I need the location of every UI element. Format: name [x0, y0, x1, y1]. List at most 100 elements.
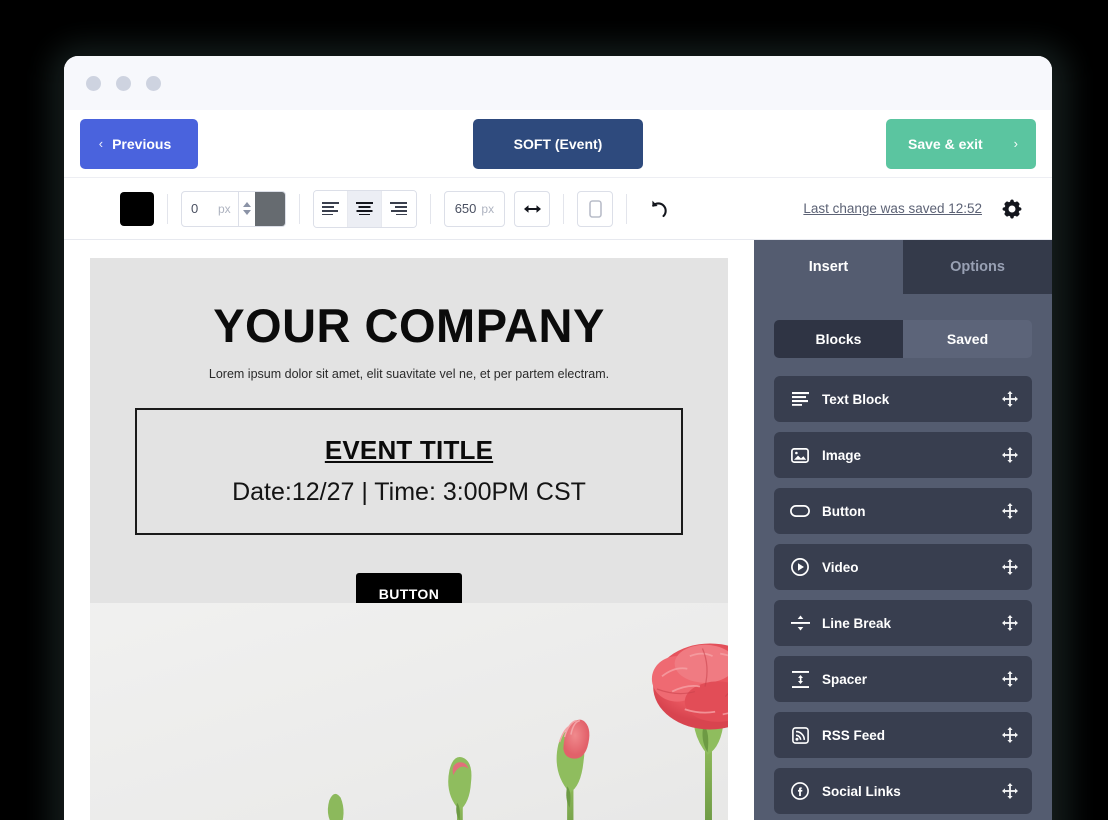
email-canvas[interactable]: YOUR COMPANY Lorem ipsum dolor sit amet,…: [64, 240, 754, 820]
gear-icon: [1002, 198, 1022, 219]
block-label: Spacer: [822, 671, 868, 687]
drag-move-icon[interactable]: [1002, 615, 1018, 631]
align-center-icon: [355, 202, 373, 215]
tab-insert[interactable]: Insert: [754, 240, 903, 294]
window-close-dot[interactable]: [86, 75, 101, 91]
arrows-horizontal-icon: [523, 204, 541, 213]
text-color-swatch[interactable]: [120, 191, 154, 226]
toggle-saved[interactable]: Saved: [903, 320, 1032, 358]
template-name-button[interactable]: SOFT (Event): [473, 118, 643, 169]
drag-move-icon[interactable]: [1002, 447, 1018, 463]
play-circle-icon: [788, 558, 812, 576]
screenshot-root: ‹ Previous SOFT (Event) Save & exit › 0 …: [0, 0, 1108, 820]
email-subtitle[interactable]: Lorem ipsum dolor sit amet, elit suavita…: [90, 367, 728, 381]
mobile-preview-button[interactable]: [577, 190, 614, 227]
previous-button-label: Previous: [112, 135, 172, 152]
app-window: ‹ Previous SOFT (Event) Save & exit › 0 …: [64, 56, 1052, 820]
chevron-left-icon: ‹: [98, 136, 104, 151]
toolbar-divider: [298, 193, 300, 224]
drag-move-icon[interactable]: [1002, 559, 1018, 575]
settings-button[interactable]: [994, 191, 1030, 227]
image-icon: [788, 447, 812, 463]
email-event-box[interactable]: EVENT TITLE Date:12/27 | Time: 3:00PM CS…: [135, 408, 683, 535]
right-sidebar: Insert Options Blocks Saved Text Block I…: [754, 240, 1052, 820]
block-item-image[interactable]: Image: [774, 432, 1032, 478]
save-and-exit-button[interactable]: Save & exit ›: [886, 118, 1036, 169]
carnation-growth-photo: [90, 603, 728, 820]
width-unit: px: [481, 201, 495, 216]
block-label: Line Break: [822, 615, 892, 631]
email-template[interactable]: YOUR COMPANY Lorem ipsum dolor sit amet,…: [90, 258, 728, 820]
block-item-rss-feed[interactable]: RSS Feed: [774, 712, 1032, 758]
drag-move-icon[interactable]: [1002, 503, 1018, 519]
block-item-line-break[interactable]: Line Break: [774, 600, 1032, 646]
toolbar-divider: [429, 193, 431, 224]
toolbar-divider: [167, 193, 168, 224]
drag-move-icon[interactable]: [1002, 783, 1018, 799]
padding-value: 0: [191, 201, 199, 216]
align-center-button[interactable]: [347, 190, 382, 227]
blocks-saved-toggle: Blocks Saved: [774, 320, 1032, 358]
block-label: Image: [822, 447, 862, 463]
pill-button-icon: [788, 505, 812, 517]
drag-move-icon[interactable]: [1002, 727, 1018, 743]
chevron-right-icon: ›: [1013, 136, 1018, 151]
padding-spinner[interactable]: [237, 191, 255, 226]
block-item-text-block[interactable]: Text Block: [774, 376, 1032, 422]
tab-options[interactable]: Options: [903, 240, 1052, 294]
spinner-down-icon[interactable]: [242, 210, 251, 215]
undo-button[interactable]: [640, 191, 676, 227]
width-input[interactable]: 650 px: [443, 190, 506, 227]
window-minimize-dot[interactable]: [116, 75, 131, 91]
window-maximize-dot[interactable]: [146, 75, 161, 91]
undo-icon: [652, 200, 667, 217]
editor-action-bar: ‹ Previous SOFT (Event) Save & exit ›: [64, 110, 1052, 178]
email-photo-block[interactable]: [90, 603, 728, 820]
line-break-icon: [788, 615, 812, 631]
toolbar-divider: [563, 193, 565, 224]
facebook-circle-icon: [788, 782, 812, 800]
align-left-icon: [321, 202, 339, 215]
block-label: RSS Feed: [822, 727, 886, 743]
align-right-icon: [390, 202, 408, 215]
block-label: Button: [822, 503, 866, 519]
block-item-button[interactable]: Button: [774, 488, 1032, 534]
spacer-icon: [788, 670, 812, 688]
text-lines-icon: [788, 392, 812, 406]
sidebar-tabs: Insert Options: [754, 240, 1052, 294]
window-titlebar: [64, 56, 1052, 110]
mobile-preview-icon: [588, 199, 602, 218]
spinner-up-icon[interactable]: [242, 202, 251, 207]
drag-move-icon[interactable]: [1002, 391, 1018, 407]
toggle-blocks[interactable]: Blocks: [774, 320, 903, 358]
block-item-spacer[interactable]: Spacer: [774, 656, 1032, 702]
block-item-video[interactable]: Video: [774, 544, 1032, 590]
toolbar-divider: [626, 193, 628, 224]
previous-button[interactable]: ‹ Previous: [80, 118, 198, 169]
align-right-button[interactable]: [381, 190, 416, 227]
email-event-details[interactable]: Date:12/27 | Time: 3:00PM CST: [147, 478, 671, 507]
last-saved-status[interactable]: Last change was saved 12:52: [803, 201, 982, 216]
email-company-title[interactable]: YOUR COMPANY: [90, 298, 728, 353]
padding-unit: px: [218, 201, 231, 216]
email-event-title[interactable]: EVENT TITLE: [147, 435, 671, 466]
background-color-swatch[interactable]: [254, 191, 285, 226]
block-label: Video: [822, 559, 859, 575]
email-header: YOUR COMPANY Lorem ipsum dolor sit amet,…: [90, 258, 728, 381]
tab-insert-label: Insert: [808, 259, 849, 275]
block-label: Social Links: [822, 783, 901, 799]
block-item-social-links[interactable]: Social Links: [774, 768, 1032, 814]
template-name-label: SOFT (Event): [513, 135, 603, 152]
stretch-width-button[interactable]: [514, 190, 551, 227]
align-left-button[interactable]: [313, 190, 348, 227]
format-toolbar: 0 px 650 px Last change was saved 12:52: [64, 178, 1052, 240]
save-button-label: Save & exit: [908, 135, 983, 152]
toggle-saved-label: Saved: [946, 331, 989, 347]
padding-stepper[interactable]: 0 px: [181, 190, 286, 227]
block-list: Text Block Image Button Video Line Break…: [774, 376, 1032, 814]
toggle-blocks-label: Blocks: [815, 331, 862, 347]
rss-icon: [788, 726, 812, 744]
editor-body: YOUR COMPANY Lorem ipsum dolor sit amet,…: [64, 240, 1052, 820]
width-value: 650: [454, 201, 477, 216]
drag-move-icon[interactable]: [1002, 671, 1018, 687]
